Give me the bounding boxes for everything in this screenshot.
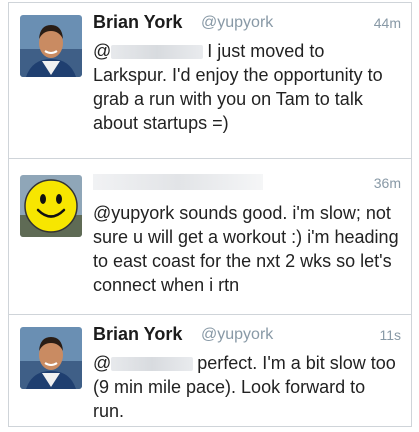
timestamp: 11s bbox=[379, 327, 401, 343]
tweet-text: @yupyork sounds good. i'm slow; not sure… bbox=[93, 203, 399, 295]
avatar[interactable] bbox=[20, 15, 82, 77]
user-name[interactable]: Brian York bbox=[93, 12, 182, 33]
timestamp: 36m bbox=[373, 175, 401, 191]
tweet-text: @ I just moved to Larkspur. I'd enjoy the… bbox=[93, 39, 401, 135]
user-handle[interactable]: @yupyork bbox=[201, 326, 273, 344]
tweet-list: Brian York @yupyork 44m @ I just moved to… bbox=[8, 2, 412, 427]
user-handle[interactable]: @yupyork bbox=[201, 14, 273, 32]
redacted-user-name bbox=[93, 174, 263, 190]
avatar[interactable] bbox=[20, 175, 82, 237]
avatar[interactable] bbox=[20, 327, 82, 389]
tweet-item[interactable]: Brian York @yupyork 44m @ I just moved to… bbox=[9, 3, 411, 159]
mention-prefix[interactable]: @ bbox=[93, 353, 111, 373]
tweet-text: @ perfect. I'm a bit slow too (9 min mile… bbox=[93, 351, 401, 423]
timestamp: 44m bbox=[373, 15, 401, 31]
user-name[interactable]: Brian York bbox=[93, 324, 182, 345]
tweet-item[interactable]: Brian York @yupyork 11s @ perfect. I'm a … bbox=[9, 315, 411, 426]
tweet-item[interactable]: 36m @yupyork sounds good. i'm slow; not … bbox=[9, 159, 411, 315]
redacted-mention bbox=[111, 45, 204, 60]
redacted-mention bbox=[111, 357, 194, 372]
mention-prefix[interactable]: @ bbox=[93, 41, 111, 61]
